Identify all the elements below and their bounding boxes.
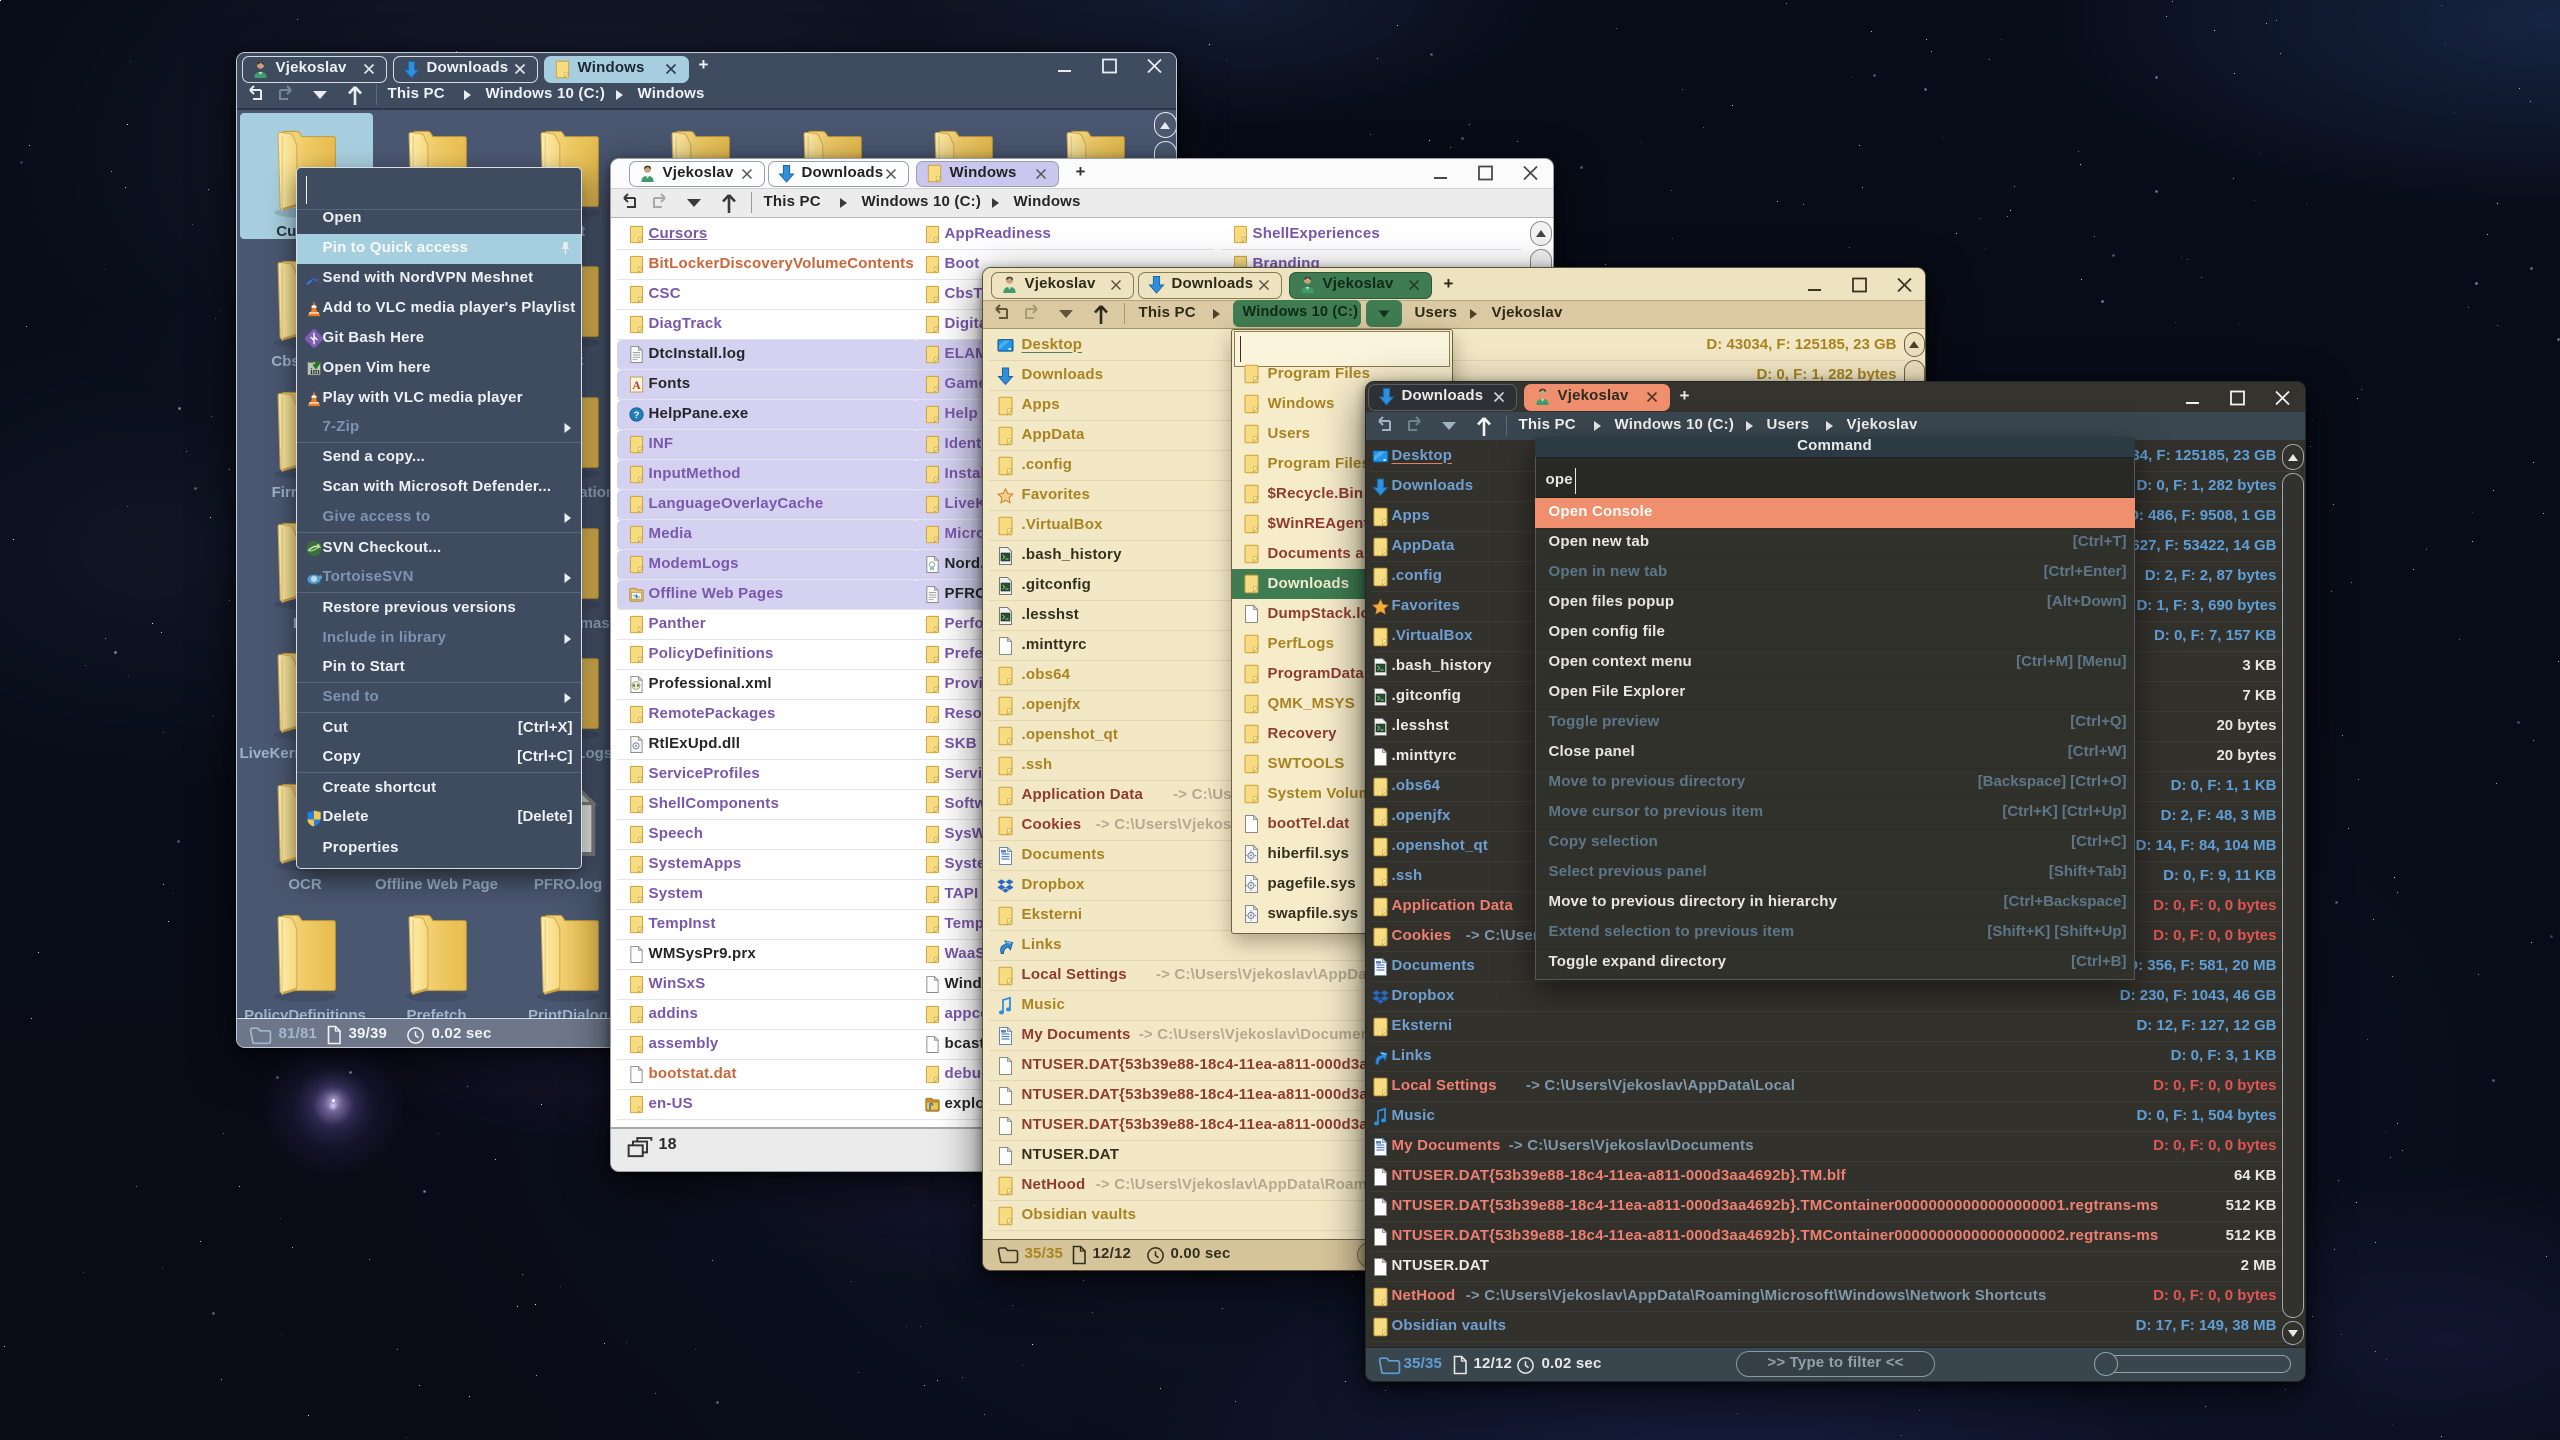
- svg-text:A: A: [632, 380, 641, 392]
- svg-text:?: ?: [633, 410, 639, 421]
- svg-text:im: im: [310, 366, 320, 376]
